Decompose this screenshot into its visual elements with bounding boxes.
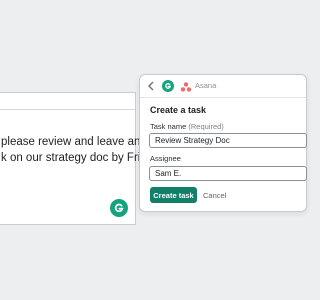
assignee-input[interactable]: Sam E. [149,166,307,181]
task-name-label: Task name (Required) [150,122,224,131]
editor-toolbar [0,93,135,110]
chevron-left-icon[interactable] [146,80,156,92]
asana-icon [180,80,192,92]
required-hint: (Required) [188,122,224,131]
grammarly-icon[interactable] [110,199,128,217]
grammarly-icon [162,80,174,92]
create-task-button[interactable]: Create task [150,187,197,203]
cancel-button[interactable]: Cancel [203,187,226,203]
app-name: Asana [195,81,217,90]
text-editor[interactable]: please review and leave any k on our str… [0,92,168,225]
task-name-input[interactable]: Review Strategy Doc [149,133,307,148]
assignee-label: Assignee [150,154,181,163]
panel-header: Asana [140,75,306,98]
panel-title: Create a task [150,105,207,115]
create-task-panel: Asana Create a task Task name (Required)… [139,74,307,212]
task-name-label-text: Task name [150,122,187,131]
